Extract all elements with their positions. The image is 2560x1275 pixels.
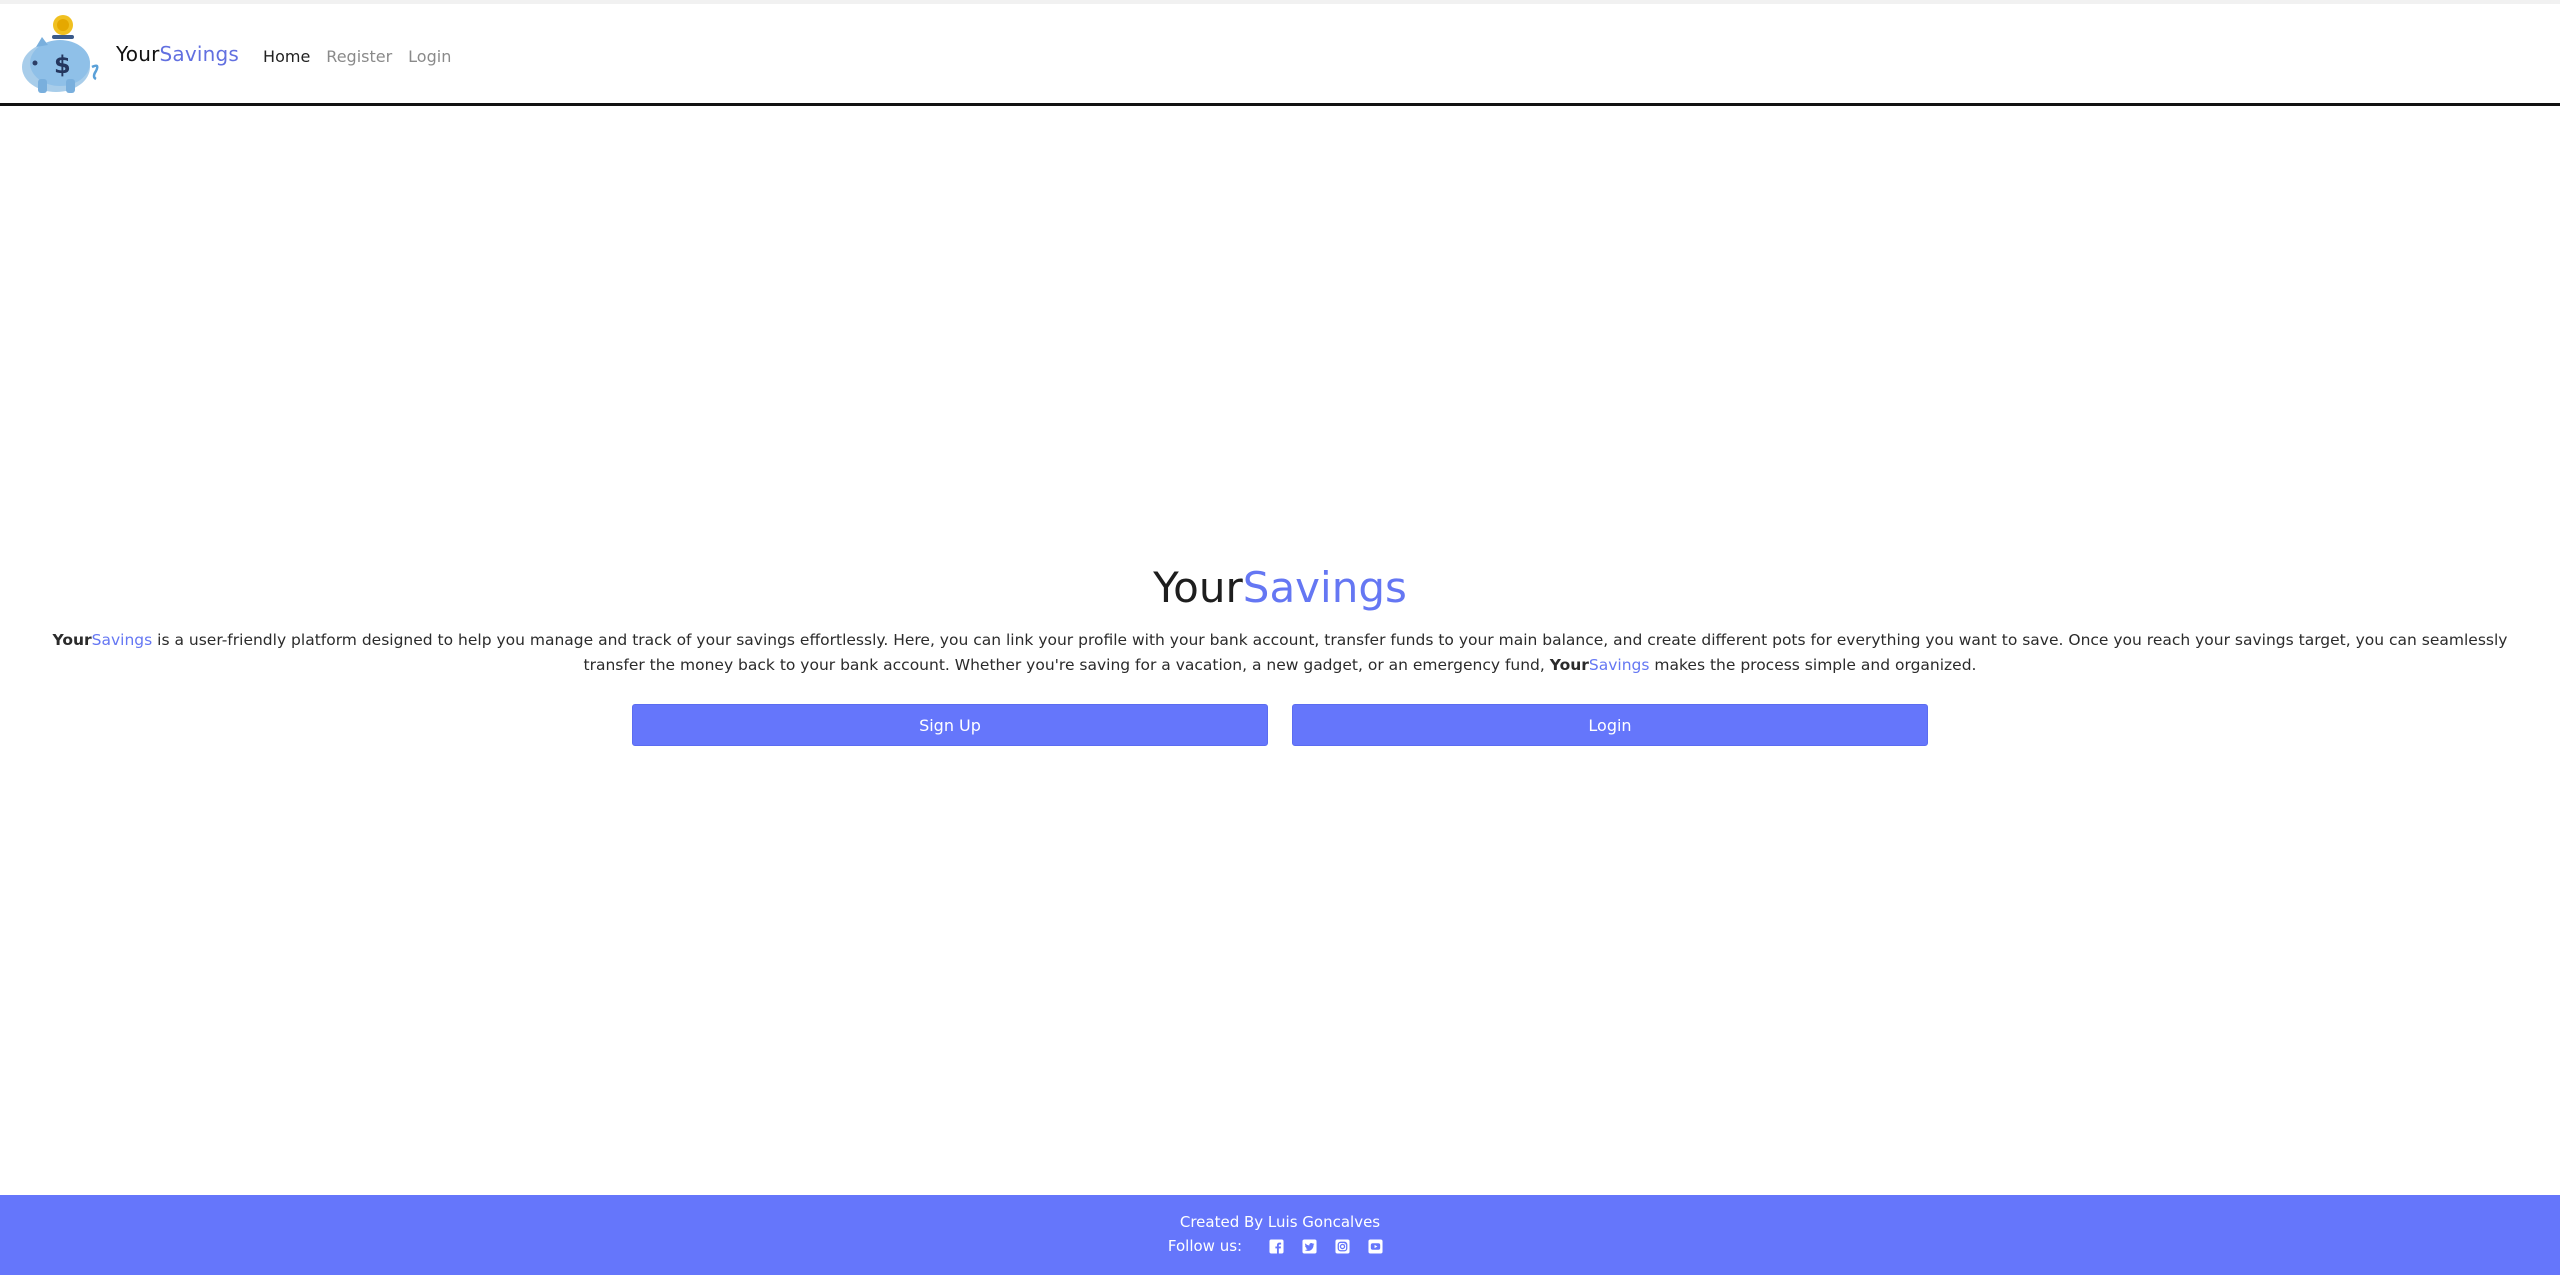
nav-links: Home Register Login — [263, 47, 467, 66]
follow-label: Follow us: — [1167, 1237, 1243, 1255]
desc-text-2: makes the process simple and organized. — [1649, 656, 1977, 674]
nav-home[interactable]: Home — [263, 47, 310, 66]
login-button[interactable]: Login — [1292, 704, 1928, 746]
hero-title: YourSavings — [0, 560, 2560, 616]
follow-row: Follow us: — [0, 1235, 2560, 1257]
hero-description: YourSavings is a user-friendly platform … — [30, 628, 2530, 678]
facebook-icon[interactable] — [1269, 1238, 1284, 1254]
brand-name: YourSavings — [116, 42, 239, 66]
brand-savings: Savings — [159, 41, 240, 66]
youtube-icon[interactable] — [1368, 1238, 1383, 1254]
desc-brand-savings: Savings — [91, 631, 153, 649]
piggy-bank-logo: $ — [22, 14, 99, 93]
nav-login[interactable]: Login — [408, 47, 451, 66]
hero-title-your: Your — [1153, 563, 1243, 612]
cta-buttons: Sign Up Login — [632, 704, 1928, 746]
desc-text-1: is a user-friendly platform designed to … — [152, 631, 2508, 674]
brand-your: Your — [116, 41, 160, 66]
footer: Created By Luis Goncalves Follow us: — [0, 1195, 2560, 1275]
navbar: $ YourSavings Home Register Login — [0, 4, 2560, 106]
brand-link[interactable]: $ YourSavings — [16, 11, 239, 97]
desc-brand-savings-2: Savings — [1588, 656, 1650, 674]
hero-title-savings: Savings — [1242, 563, 1407, 612]
desc-brand-your: Your — [52, 631, 92, 649]
nav-register[interactable]: Register — [326, 47, 392, 66]
hero-section: YourSavings YourSavings is a user-friend… — [0, 560, 2560, 678]
svg-text:$: $ — [54, 51, 71, 79]
signup-button[interactable]: Sign Up — [632, 704, 1268, 746]
desc-brand-your-2: Your — [1549, 656, 1589, 674]
instagram-icon[interactable] — [1335, 1238, 1350, 1254]
twitter-icon[interactable] — [1302, 1238, 1317, 1254]
footer-credit: Created By Luis Goncalves — [1179, 1213, 1381, 1231]
